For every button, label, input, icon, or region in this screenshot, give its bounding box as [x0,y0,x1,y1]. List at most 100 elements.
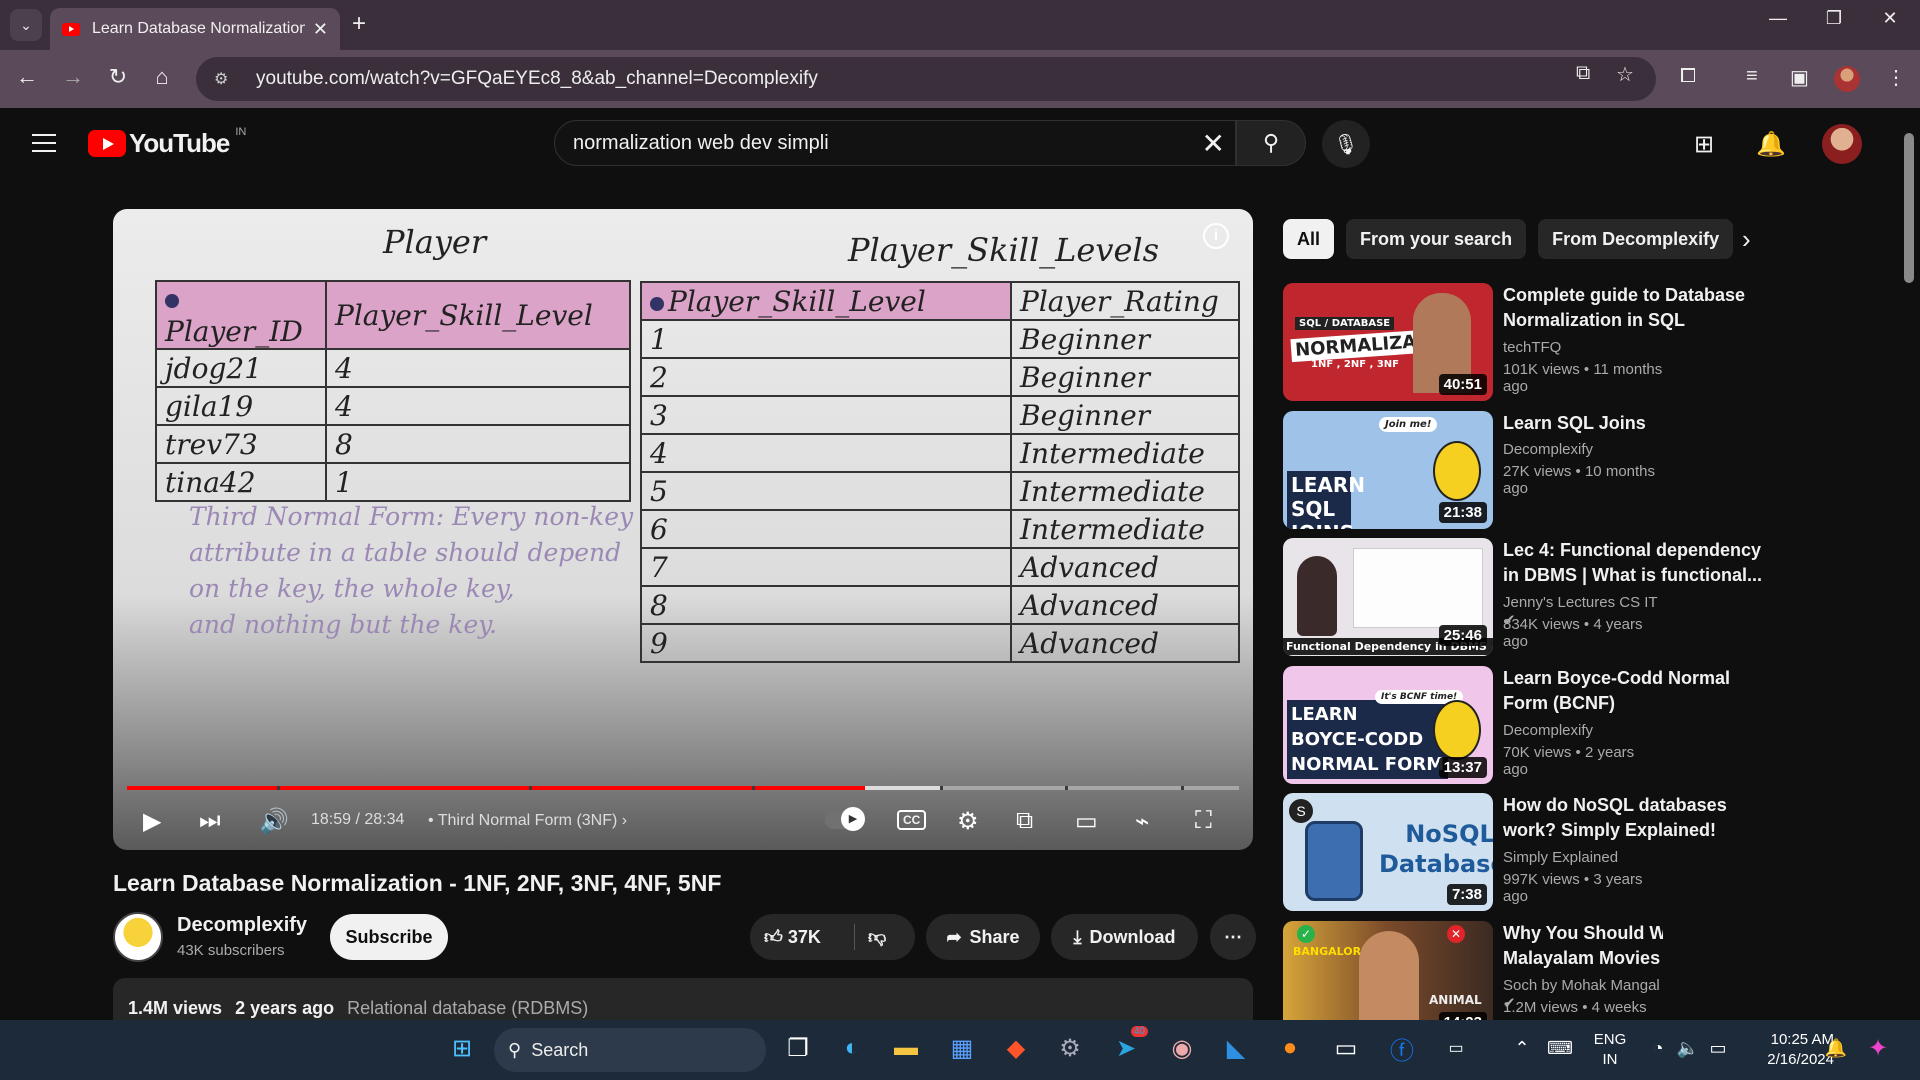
battery-icon[interactable]: ▭ [1700,1030,1736,1066]
minimize-button[interactable]: — [1758,8,1798,29]
video-thumbnail[interactable]: LEARN BOYCE-CODD NORMAL FORM It's BCNF tim… [1283,666,1493,784]
firefox-icon[interactable]: ● [1272,1030,1308,1066]
browser-menu-icon[interactable]: ⋮ [1886,65,1906,90]
topic-tag[interactable]: Relational database (RDBMS) [347,998,588,1018]
channel-name[interactable]: Simply Explained [1503,849,1618,866]
channel-name[interactable]: techTFQ [1503,339,1561,356]
channel-name[interactable]: Decomplexify [1503,722,1593,739]
dislike-button[interactable]: 👎︎ [868,926,886,948]
clear-search-icon[interactable]: ✕ [1202,127,1225,160]
list-item[interactable]: BANGALORE ANIMAL ✓ ✕ 14:23 Why You Shoul… [1283,921,1663,1020]
maximize-button[interactable]: ❐ [1814,8,1854,29]
site-info-icon[interactable]: ⚙ [214,69,234,89]
create-video-icon[interactable]: ⊞ [1694,130,1714,159]
like-button[interactable]: 👍︎ 37K [764,926,821,948]
vscode-icon[interactable]: ◣ [1218,1030,1254,1066]
chip-from-decomplexify[interactable]: From Decomplexify [1538,219,1734,259]
media-control-icon[interactable]: ≡ [1746,65,1758,88]
search-query: normalization web dev simpli [573,131,829,154]
tab-search-button[interactable]: ⌄ [10,9,42,41]
browser-tab-active[interactable]: Learn Database Normalization - ✕ [50,8,340,50]
progress-bar[interactable] [127,786,1239,790]
more-actions-button[interactable]: ⋯ [1210,914,1256,960]
reload-icon[interactable]: ↻ [103,64,133,90]
facebook-icon[interactable]: ⓕ [1384,1030,1420,1066]
menu-icon[interactable] [32,134,56,158]
terminal-icon[interactable]: ▭ [1328,1030,1364,1066]
list-item[interactable]: S NoSQLDatabases 7:38 How do NoSQL datab… [1283,793,1727,911]
theater-mode-icon[interactable]: ▭ [1075,807,1098,836]
video-thumbnail[interactable]: S NoSQLDatabases 7:38 [1283,793,1493,911]
autoplay-toggle[interactable] [825,807,865,831]
table-row: 5 Intermediate [640,471,1240,511]
settings-icon[interactable]: ⚙ [1052,1030,1088,1066]
table-row: 4 Intermediate [640,433,1240,473]
video-player[interactable]: Player Player_Skill_Levels Player_ID Play… [113,209,1253,850]
open-in-app-icon[interactable]: ⧉ [1576,62,1590,85]
home-icon[interactable]: ⌂ [147,64,177,90]
subscribe-button[interactable]: Subscribe [330,914,448,960]
chevron-right-icon[interactable]: › [1742,224,1751,255]
back-icon[interactable]: ← [12,64,42,90]
edge-browser-icon[interactable]: ◐ [834,1030,870,1066]
settings-gear-icon[interactable]: ⚙ [957,807,979,836]
list-item[interactable]: Functional Dependency in DBMS 25:46 Lec … [1283,538,1762,656]
bookmark-star-icon[interactable]: ☆ [1616,62,1634,87]
video-thumbnail[interactable]: LEARNSQL JOINS Join me! 21:38 [1283,411,1493,529]
new-tab-button[interactable]: + [352,10,366,38]
side-panel-icon[interactable]: ▣ [1790,65,1809,90]
telegram-icon[interactable]: ➤ 40 [1108,1026,1148,1066]
video-info-icon[interactable]: i [1203,223,1229,249]
video-frame: Player Player_Skill_Levels Player_ID Play… [113,209,1253,809]
voice-search-button[interactable]: 🎙 [1322,120,1370,168]
forward-icon[interactable]: → [58,64,88,90]
miniplayer-icon[interactable]: ⧉ [1016,807,1033,835]
microsoft-store-icon[interactable]: ▦ [944,1030,980,1066]
search-button[interactable]: ⚲ [1236,120,1306,166]
page-scrollbar[interactable] [1900,115,1916,1020]
share-button[interactable]: ➦ Share [926,914,1040,960]
task-view-icon[interactable]: ❐ [780,1030,816,1066]
chevron-up-icon[interactable]: ⌃ [1504,1030,1540,1066]
video-thumbnail[interactable]: BANGALORE ANIMAL ✓ ✕ 14:23 [1283,921,1493,1020]
list-item[interactable]: LEARNSQL JOINS Join me! 21:38 Learn SQL … [1283,411,1663,529]
video-thumbnail[interactable]: Functional Dependency in DBMS 25:46 [1283,538,1493,656]
youtube-logo[interactable]: YouTube IN [88,126,246,159]
extensions-icon[interactable]: ⧠ [1680,65,1696,88]
account-avatar[interactable] [1822,124,1862,164]
address-bar[interactable]: ⚙ youtube.com/watch?v=GFQaEYEc8_8&ab_cha… [196,57,1656,101]
chrome-icon[interactable]: ◉ [1164,1030,1200,1066]
close-window-button[interactable]: ✕ [1870,8,1910,29]
cast-icon[interactable]: ⌁ [1135,807,1149,836]
scrollbar-thumb[interactable] [1904,133,1914,283]
notifications-bell-icon[interactable]: 🔔 [1756,130,1786,159]
browser-profile-avatar[interactable] [1834,66,1860,92]
list-item[interactable]: LEARN BOYCE-CODD NORMAL FORM It's BCNF tim… [1283,666,1730,784]
channel-name[interactable]: Decomplexify [177,914,307,937]
subtitles-button[interactable]: CC [897,810,927,830]
windows-start-icon[interactable]: ⊞ [444,1030,480,1066]
play-icon[interactable]: ▶ [143,807,161,836]
fullscreen-icon[interactable]: ⛶ [1195,807,1212,835]
channel-name[interactable]: Decomplexify [1503,441,1593,458]
taskbar-search[interactable]: ⚲ Search [494,1028,766,1072]
notification-bell-icon[interactable]: 🔔 [1818,1030,1854,1066]
volume-icon[interactable]: 🔊 [259,807,289,836]
table-header: Player_Skill_Level [640,281,1012,321]
list-item[interactable]: SQL / DATABASE NORMALIZATION 1NF , 2NF ,… [1283,283,1745,401]
channel-avatar[interactable] [113,912,163,962]
file-explorer-icon[interactable]: ▬ [888,1030,924,1066]
language-indicator[interactable]: ENG IN [1592,1030,1628,1070]
search-input[interactable]: normalization web dev simpli ✕ [554,120,1236,166]
chip-from-your-search[interactable]: From your search [1346,219,1527,259]
chapter-title[interactable]: • Third Normal Form (3NF) › [428,812,627,830]
keyboard-icon[interactable]: ⌨ [1542,1030,1578,1066]
copilot-icon[interactable]: ✦ [1860,1030,1896,1066]
brave-browser-icon[interactable]: ◆ [998,1030,1034,1066]
chip-all[interactable]: All [1283,219,1335,259]
devhub-app-icon[interactable]: ▭ [1438,1030,1474,1066]
next-video-icon[interactable]: ⏭ [199,807,221,835]
video-thumbnail[interactable]: SQL / DATABASE NORMALIZATION 1NF , 2NF ,… [1283,283,1493,401]
tab-close-icon[interactable]: ✕ [313,19,328,40]
download-button[interactable]: ⤓ Download [1051,914,1198,960]
